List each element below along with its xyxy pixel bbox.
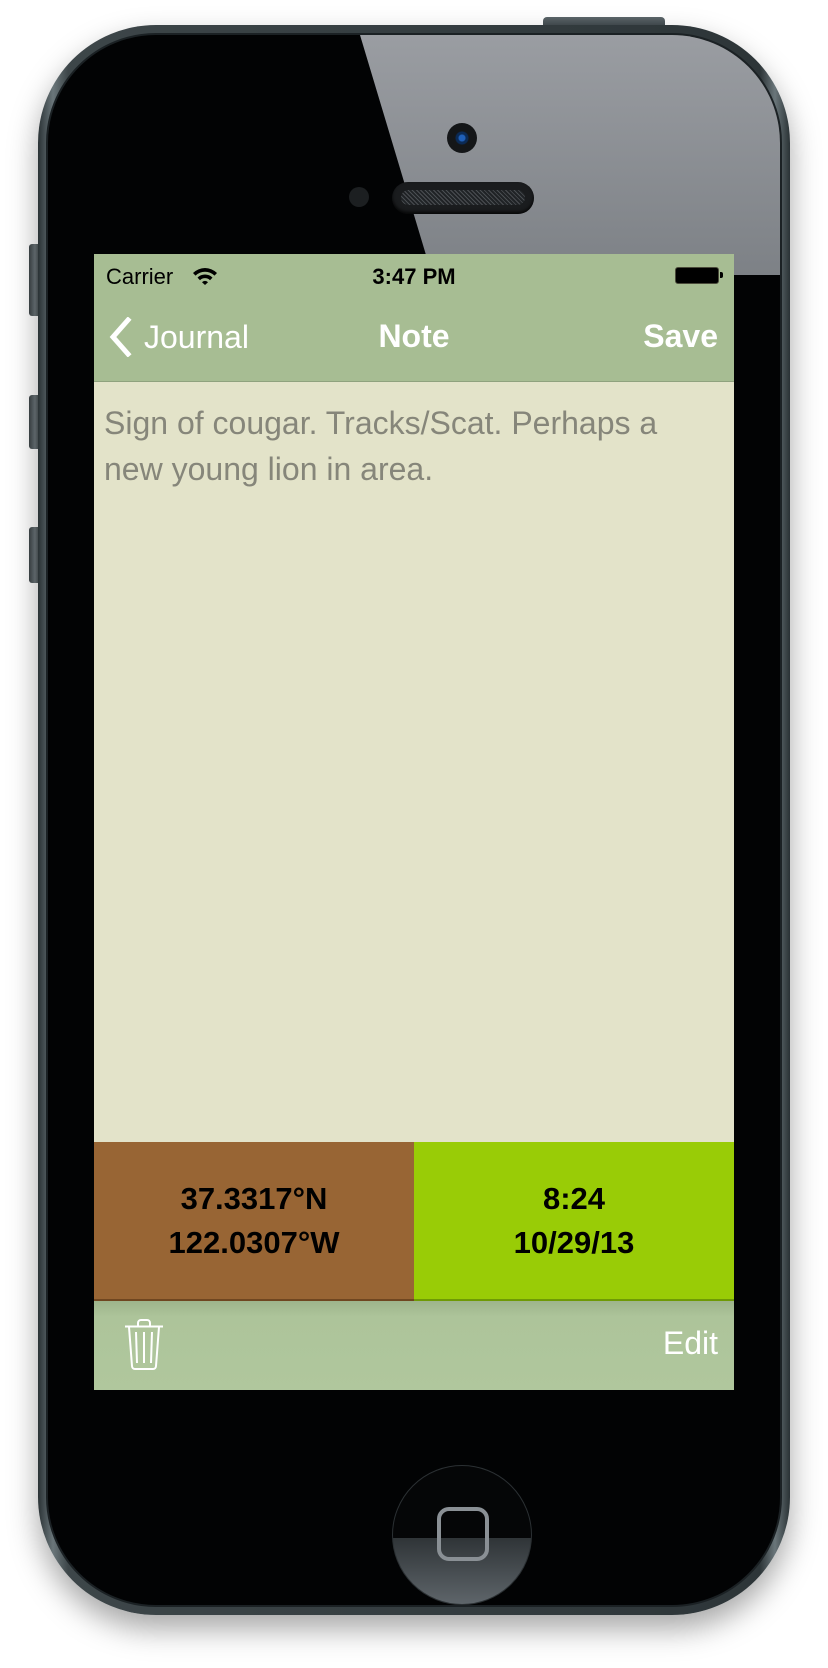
home-square-icon: [437, 1507, 489, 1561]
latitude-value: 37.3317°N: [180, 1180, 328, 1216]
bottom-toolbar: Edit: [94, 1301, 734, 1390]
timestamp-panel[interactable]: 8:24 10/29/13: [414, 1142, 734, 1301]
delete-button[interactable]: [124, 1319, 164, 1371]
glass-reflection: [360, 35, 780, 275]
proximity-sensor: [349, 187, 369, 207]
note-text-area[interactable]: Sign of cougar. Tracks/Scat. Perhaps a n…: [94, 382, 734, 1142]
chevron-left-icon: [109, 317, 132, 357]
longitude-value: 122.0307°W: [168, 1224, 340, 1260]
app-screen: Carrier 3:47 PM Journal Note Save Sign o…: [94, 254, 734, 1390]
edit-button[interactable]: Edit: [663, 1325, 718, 1362]
earpiece-speaker: [392, 182, 534, 214]
time-value: 8:24: [542, 1180, 606, 1216]
battery-icon: [675, 267, 723, 284]
note-text: Sign of cougar. Tracks/Scat. Perhaps a n…: [104, 405, 658, 487]
info-panels: 37.3317°N 122.0307°W 8:24 10/29/13: [94, 1142, 734, 1301]
save-button[interactable]: Save: [643, 318, 718, 355]
front-camera-icon: [447, 123, 477, 153]
status-bar: Carrier 3:47 PM: [94, 254, 734, 296]
location-panel[interactable]: 37.3317°N 122.0307°W: [94, 1142, 414, 1301]
back-label: Journal: [144, 318, 249, 355]
header: Carrier 3:47 PM Journal Note Save: [94, 254, 734, 382]
back-button[interactable]: Journal: [108, 314, 249, 360]
home-button[interactable]: [392, 1465, 532, 1605]
navigation-bar: Journal Note Save: [94, 296, 734, 382]
status-time: 3:47 PM: [372, 264, 456, 289]
trash-icon: [125, 1319, 163, 1370]
date-value: 10/29/13: [513, 1224, 635, 1260]
